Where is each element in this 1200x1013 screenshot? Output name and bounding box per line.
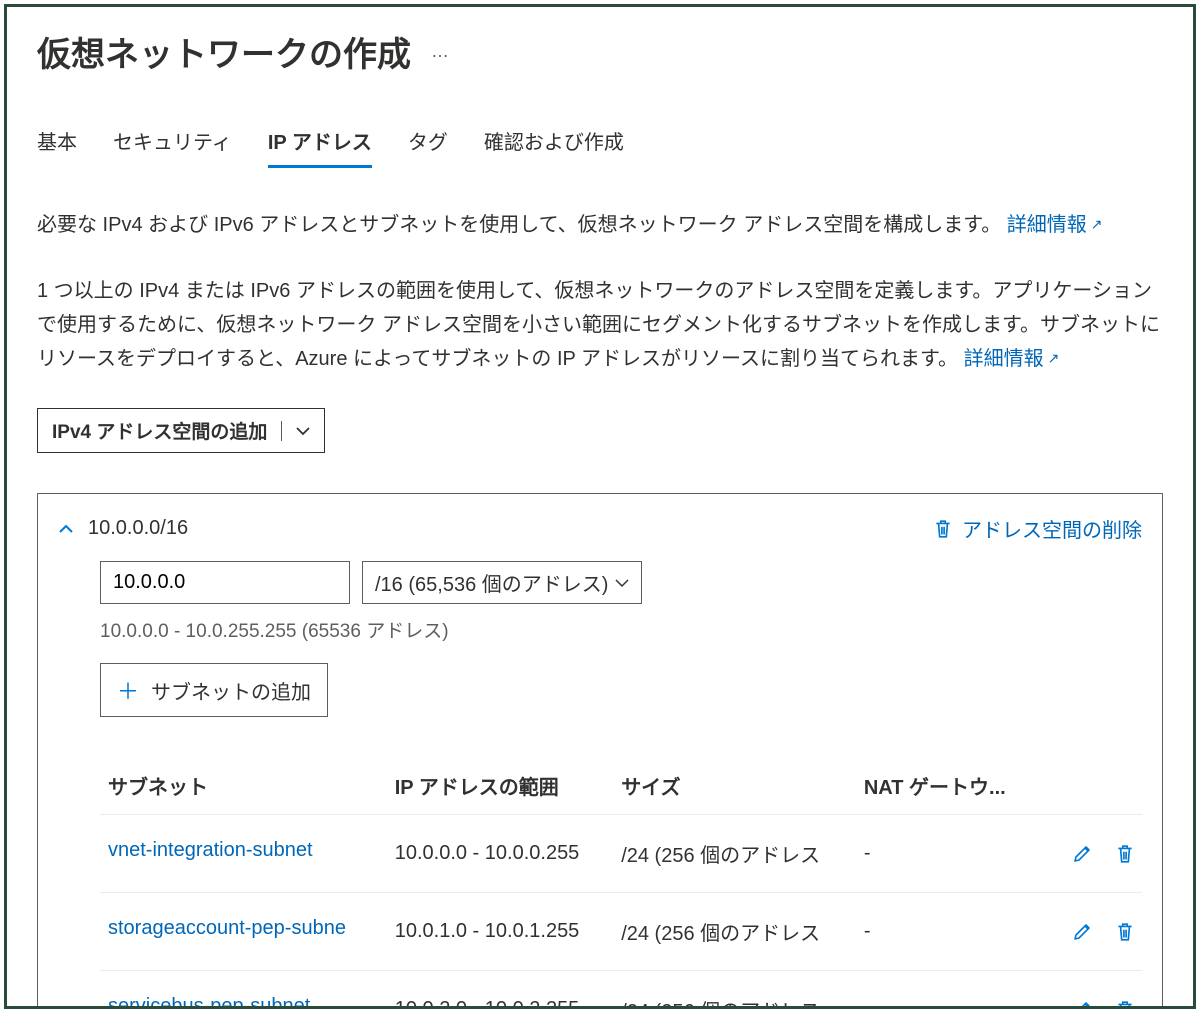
edit-icon[interactable]	[1072, 844, 1092, 864]
plus-icon: ＋	[117, 674, 139, 706]
tab-security[interactable]: セキュリティ	[113, 126, 232, 168]
trash-icon[interactable]	[1116, 844, 1134, 864]
learn-more-link-1[interactable]: 詳細情報 ↗	[1007, 208, 1103, 242]
tab-basic[interactable]: 基本	[37, 126, 77, 168]
col-range: IP アドレスの範囲	[387, 757, 613, 815]
description-1: 必要な IPv4 および IPv6 アドレスとサブネットを使用して、仮想ネットワ…	[37, 208, 1163, 242]
trash-icon[interactable]	[1116, 922, 1134, 942]
subnet-name-link[interactable]: storageaccount-pep-subne	[108, 917, 346, 940]
learn-more-label-2: 詳細情報	[964, 342, 1044, 376]
table-row: servicebus-pep-subnet 10.0.2.0 - 10.0.2.…	[100, 971, 1142, 1010]
address-space-panel: 10.0.0.0/16 アドレス空間の削除 /16 (65,536 個のアドレス…	[37, 493, 1163, 1009]
description-1-text: 必要な IPv4 および IPv6 アドレスとサブネットを使用して、仮想ネットワ…	[37, 214, 1001, 236]
subnet-name-link[interactable]: servicebus-pep-subnet	[108, 995, 310, 1009]
description-2: 1 つ以上の IPv4 または IPv6 アドレスの範囲を使用して、仮想ネットワ…	[37, 274, 1163, 376]
col-size: サイズ	[613, 757, 856, 815]
edit-icon[interactable]	[1072, 922, 1092, 942]
table-row: vnet-integration-subnet 10.0.0.0 - 10.0.…	[100, 815, 1142, 893]
cidr-size-select[interactable]: /16 (65,536 個のアドレス)	[362, 561, 642, 604]
subnet-range: 10.0.2.0 - 10.0.2.255	[387, 971, 613, 1010]
subnet-nat: -	[856, 971, 1034, 1010]
more-icon[interactable]: …	[431, 41, 451, 62]
subnet-size: /24 (256 個のアドレス	[613, 815, 856, 893]
delete-address-space-button[interactable]: アドレス空間の削除	[934, 514, 1142, 543]
address-space-cidr: 10.0.0.0/16	[88, 517, 188, 540]
col-subnet: サブネット	[100, 757, 387, 815]
col-nat: NAT ゲートウ...	[856, 757, 1034, 815]
add-subnet-label: サブネットの追加	[151, 676, 311, 705]
start-ip-input[interactable]	[100, 561, 350, 604]
add-address-space-label: IPv4 アドレス空間の追加	[52, 417, 267, 444]
chevron-down-icon	[296, 426, 310, 436]
tab-ip-addresses[interactable]: IP アドレス	[268, 126, 372, 168]
subnet-size: /24 (256 個のアドレス	[613, 971, 856, 1010]
chevron-down-icon	[615, 578, 629, 588]
chevron-up-icon[interactable]	[58, 523, 74, 535]
edit-icon[interactable]	[1072, 1000, 1092, 1009]
subnet-name-link[interactable]: vnet-integration-subnet	[108, 839, 313, 862]
external-link-icon: ↗	[1048, 347, 1060, 371]
tab-tags[interactable]: タグ	[408, 126, 448, 168]
trash-icon[interactable]	[1116, 1000, 1134, 1009]
subnet-nat: -	[856, 815, 1034, 893]
subnet-range: 10.0.0.0 - 10.0.0.255	[387, 815, 613, 893]
trash-icon	[934, 519, 952, 539]
tab-review-create[interactable]: 確認および作成	[484, 126, 624, 168]
cidr-size-value: /16 (65,536 個のアドレス)	[375, 568, 608, 597]
add-subnet-button[interactable]: ＋ サブネットの追加	[100, 663, 328, 717]
subnet-nat: -	[856, 893, 1034, 971]
delete-address-space-label: アドレス空間の削除	[962, 514, 1142, 543]
subnet-size: /24 (256 個のアドレス	[613, 893, 856, 971]
add-address-space-button[interactable]: IPv4 アドレス空間の追加	[37, 408, 325, 453]
learn-more-link-2[interactable]: 詳細情報 ↗	[964, 342, 1060, 376]
subnet-table: サブネット IP アドレスの範囲 サイズ NAT ゲートウ... vnet-in…	[100, 757, 1142, 1009]
external-link-icon: ↗	[1091, 213, 1103, 237]
subnet-range: 10.0.1.0 - 10.0.1.255	[387, 893, 613, 971]
page-title: 仮想ネットワークの作成	[37, 27, 411, 76]
tab-bar: 基本 セキュリティ IP アドレス タグ 確認および作成	[37, 126, 1163, 168]
learn-more-label-1: 詳細情報	[1007, 208, 1087, 242]
table-row: storageaccount-pep-subne 10.0.1.0 - 10.0…	[100, 893, 1142, 971]
address-range-hint: 10.0.0.0 - 10.0.255.255 (65536 アドレス)	[100, 616, 1142, 643]
divider	[281, 421, 282, 441]
